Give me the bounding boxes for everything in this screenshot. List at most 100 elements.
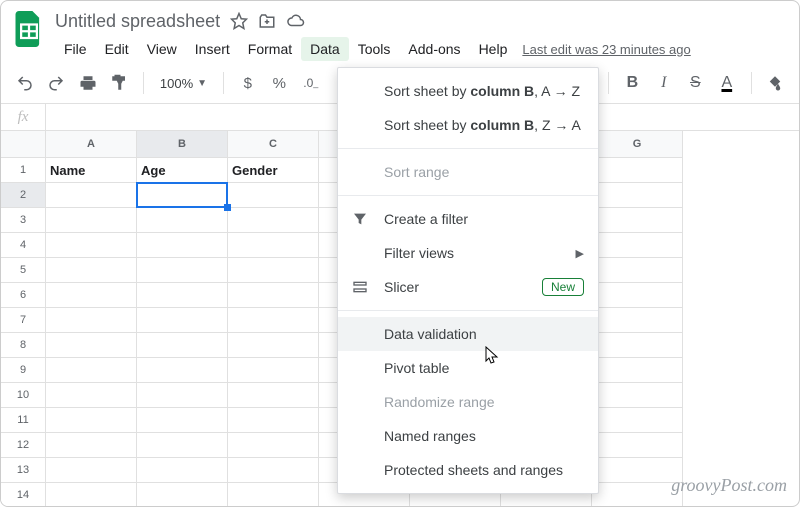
italic-button[interactable]: I	[650, 69, 677, 97]
cell[interactable]	[228, 358, 319, 383]
menu-sort-az[interactable]: Sort sheet by column B, A → Z	[338, 74, 598, 108]
cell[interactable]	[46, 383, 137, 408]
cell[interactable]	[46, 258, 137, 283]
cell[interactable]	[137, 483, 228, 507]
menu-insert[interactable]: Insert	[186, 37, 239, 61]
cell[interactable]	[228, 283, 319, 308]
cell[interactable]	[228, 408, 319, 433]
row-header[interactable]: 3	[1, 208, 46, 233]
move-icon[interactable]	[258, 12, 276, 30]
col-header-A[interactable]: A	[46, 131, 137, 158]
menu-create-filter[interactable]: Create a filter	[338, 202, 598, 236]
bold-button[interactable]: B	[619, 69, 646, 97]
cell[interactable]	[592, 233, 683, 258]
menu-slicer[interactable]: Slicer New	[338, 270, 598, 304]
cell[interactable]	[46, 233, 137, 258]
currency-button[interactable]: $	[234, 69, 261, 97]
cell[interactable]	[137, 333, 228, 358]
col-header-G[interactable]: G	[592, 131, 683, 158]
cell[interactable]	[592, 358, 683, 383]
menu-file[interactable]: File	[55, 37, 96, 61]
menu-view[interactable]: View	[138, 37, 186, 61]
cell[interactable]	[228, 308, 319, 333]
cell[interactable]	[46, 208, 137, 233]
cell[interactable]	[592, 208, 683, 233]
menu-data-validation[interactable]: Data validation	[338, 317, 598, 351]
cell[interactable]	[592, 283, 683, 308]
row-header[interactable]: 12	[1, 433, 46, 458]
cell[interactable]	[137, 183, 228, 208]
cell[interactable]	[46, 483, 137, 507]
cell[interactable]	[46, 333, 137, 358]
strikethrough-button[interactable]: S	[682, 69, 709, 97]
menu-filter-views[interactable]: Filter views ▶	[338, 236, 598, 270]
cell[interactable]: Age	[137, 158, 228, 183]
cell[interactable]	[46, 183, 137, 208]
cell[interactable]	[592, 158, 683, 183]
percent-button[interactable]: %	[266, 69, 293, 97]
redo-button[interactable]	[42, 69, 69, 97]
cell[interactable]	[137, 308, 228, 333]
sheets-logo-icon[interactable]	[13, 9, 45, 49]
cell[interactable]	[137, 383, 228, 408]
cell[interactable]	[137, 433, 228, 458]
undo-button[interactable]	[11, 69, 38, 97]
row-header[interactable]: 5	[1, 258, 46, 283]
cell[interactable]	[592, 333, 683, 358]
cell[interactable]	[46, 283, 137, 308]
menu-tools[interactable]: Tools	[349, 37, 400, 61]
cell[interactable]	[592, 258, 683, 283]
cell[interactable]	[592, 458, 683, 483]
cell[interactable]	[228, 383, 319, 408]
cell[interactable]	[46, 433, 137, 458]
cell[interactable]	[137, 233, 228, 258]
menu-pivot-table[interactable]: Pivot table	[338, 351, 598, 385]
decimal-dec-button[interactable]: .0_	[297, 69, 324, 97]
col-header-C[interactable]: C	[228, 131, 319, 158]
doc-title[interactable]: Untitled spreadsheet	[55, 11, 220, 32]
row-header[interactable]: 11	[1, 408, 46, 433]
row-header[interactable]: 14	[1, 483, 46, 507]
cell[interactable]	[46, 408, 137, 433]
row-header[interactable]: 2	[1, 183, 46, 208]
cell[interactable]	[137, 408, 228, 433]
cell[interactable]	[228, 433, 319, 458]
menu-sort-za[interactable]: Sort sheet by column B, Z → A	[338, 108, 598, 142]
menu-named-ranges[interactable]: Named ranges	[338, 419, 598, 453]
cell[interactable]	[137, 458, 228, 483]
cell[interactable]	[137, 258, 228, 283]
menu-help[interactable]: Help	[470, 37, 517, 61]
cell[interactable]	[46, 458, 137, 483]
cell[interactable]	[228, 483, 319, 507]
cell[interactable]	[137, 358, 228, 383]
menu-edit[interactable]: Edit	[96, 37, 138, 61]
cell[interactable]	[228, 258, 319, 283]
star-icon[interactable]	[230, 12, 248, 30]
cell[interactable]	[228, 333, 319, 358]
last-edit-link[interactable]: Last edit was 23 minutes ago	[522, 42, 690, 57]
cell[interactable]	[137, 283, 228, 308]
row-header[interactable]: 10	[1, 383, 46, 408]
cell[interactable]	[137, 208, 228, 233]
cell[interactable]: Name	[46, 158, 137, 183]
fill-color-button[interactable]	[762, 69, 789, 97]
cell[interactable]	[592, 183, 683, 208]
cell[interactable]	[592, 433, 683, 458]
menu-format[interactable]: Format	[239, 37, 301, 61]
select-all-corner[interactable]	[1, 131, 46, 158]
cell[interactable]	[228, 183, 319, 208]
text-color-button[interactable]: A	[713, 69, 740, 97]
cell[interactable]	[592, 308, 683, 333]
row-header[interactable]: 13	[1, 458, 46, 483]
cell[interactable]: Gender	[228, 158, 319, 183]
cell[interactable]	[592, 408, 683, 433]
col-header-B[interactable]: B	[137, 131, 228, 158]
print-button[interactable]	[74, 69, 101, 97]
cell[interactable]	[228, 233, 319, 258]
row-header[interactable]: 4	[1, 233, 46, 258]
cell[interactable]	[46, 358, 137, 383]
cell[interactable]	[228, 208, 319, 233]
cell[interactable]	[592, 483, 683, 507]
row-header[interactable]: 1	[1, 158, 46, 183]
cell[interactable]	[46, 308, 137, 333]
